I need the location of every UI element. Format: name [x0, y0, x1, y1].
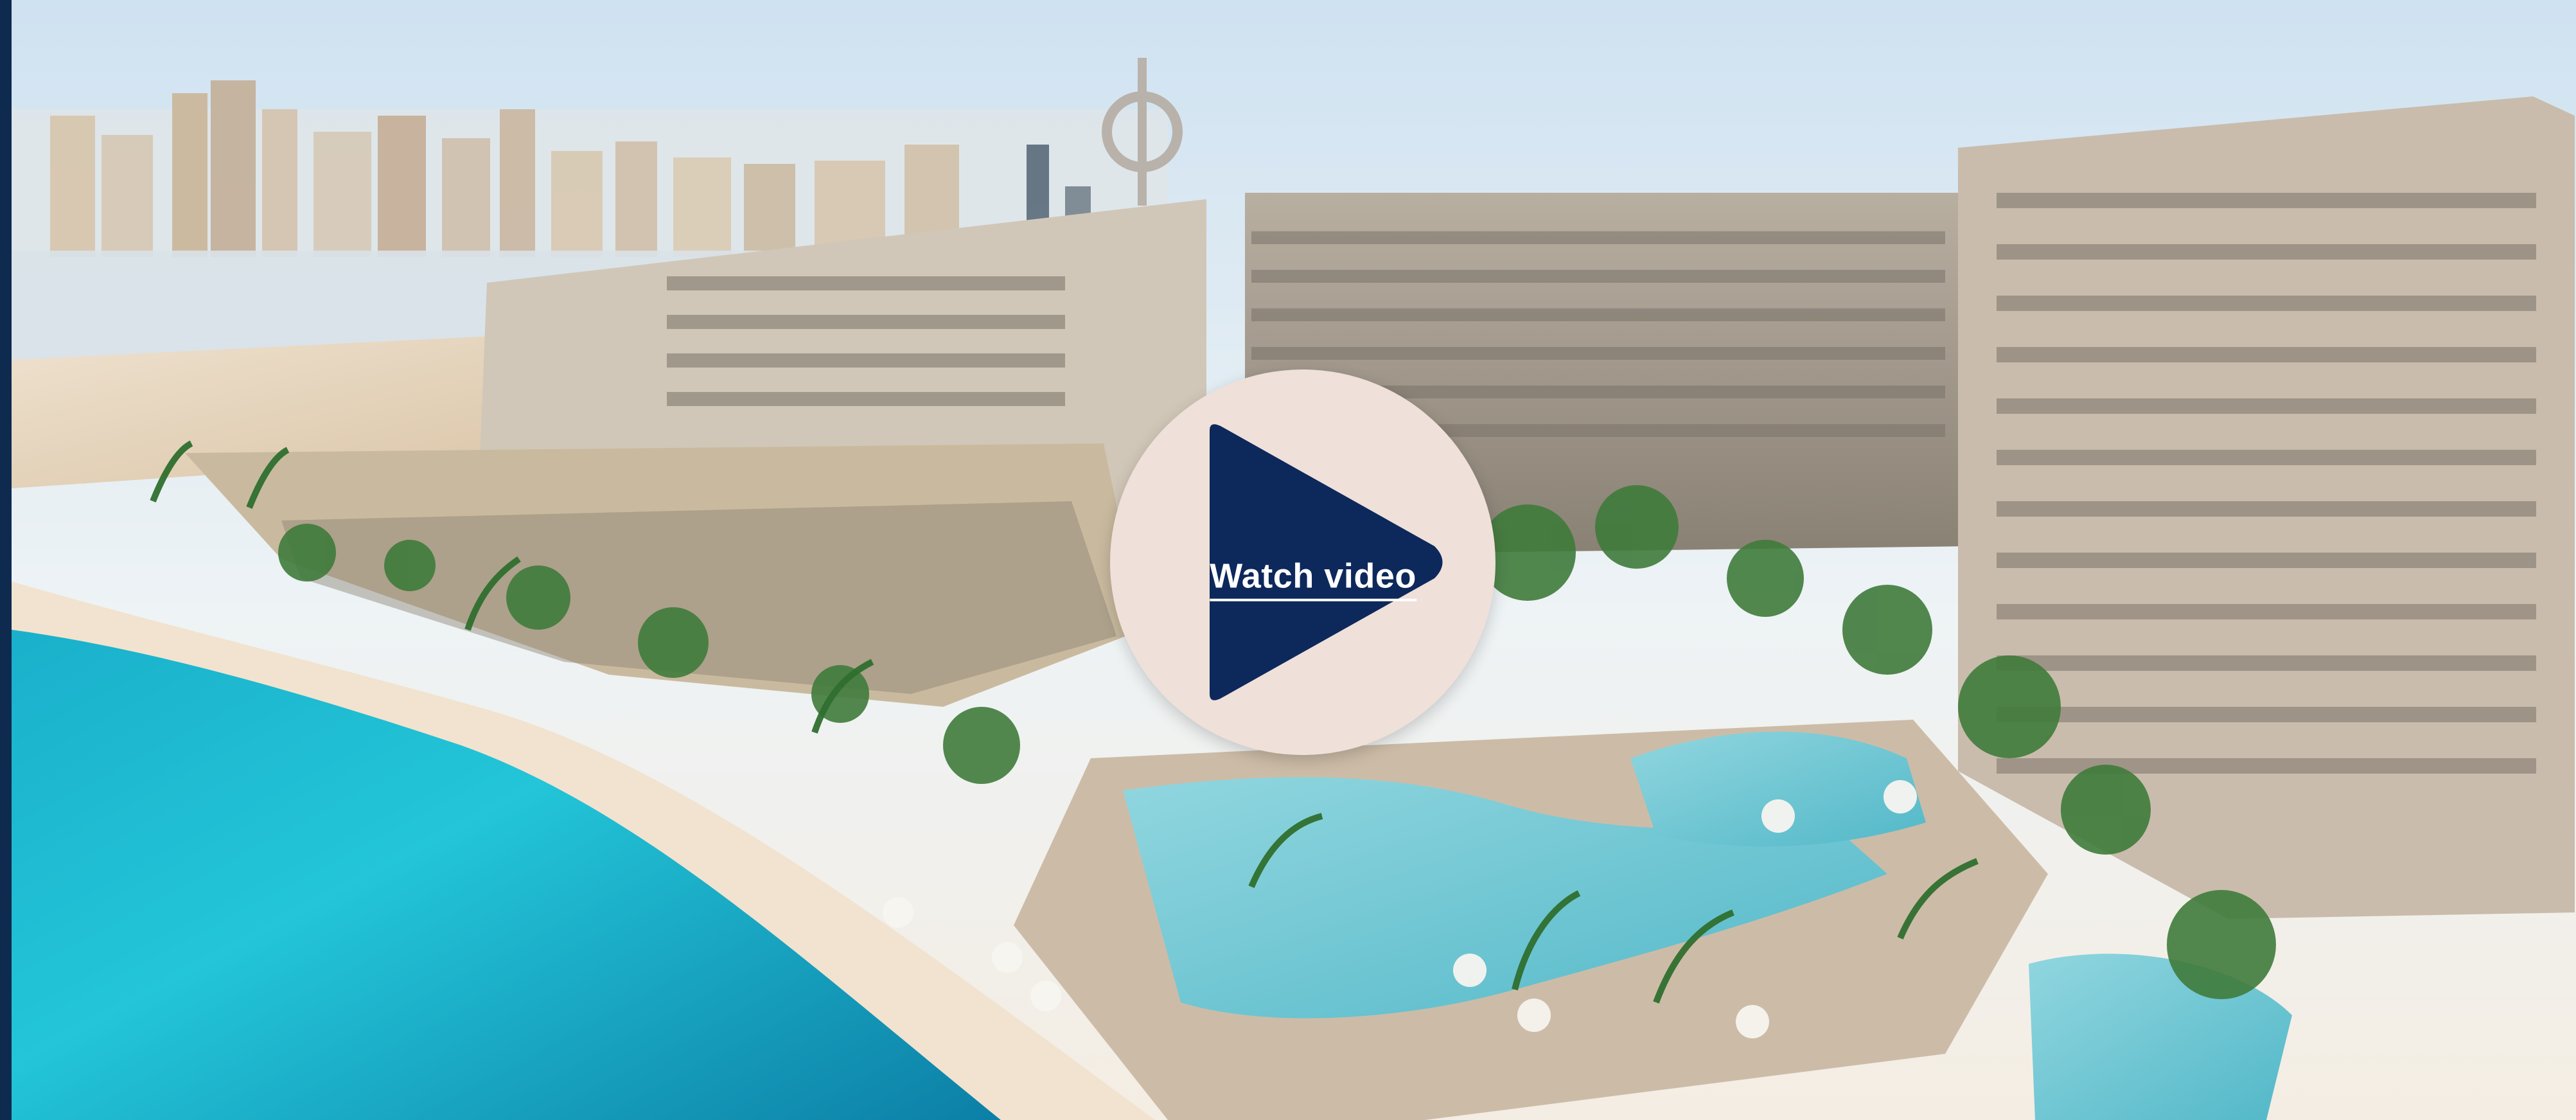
video-frame: Watch video	[0, 0, 2576, 1120]
watch-video-label: Watch video	[1210, 559, 1416, 601]
resort-aerial-image: Watch video	[12, 0, 2576, 1120]
watch-video-button[interactable]: Watch video	[1110, 369, 1495, 755]
